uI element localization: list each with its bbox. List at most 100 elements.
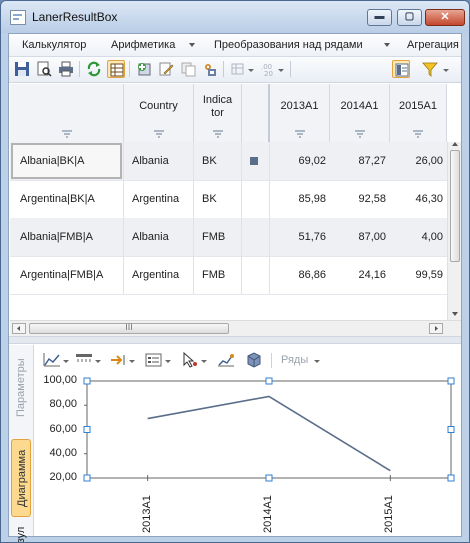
filter-icon[interactable] xyxy=(61,130,72,138)
menu-series-transforms[interactable]: Преобразования над рядами xyxy=(214,39,363,51)
add-icon[interactable] xyxy=(135,60,153,78)
cell-country[interactable]: Argentina xyxy=(124,256,194,294)
table-row[interactable]: Albania|BK|A Albania BK 69,02 87,27 26,0… xyxy=(10,142,447,181)
arrow-icon[interactable] xyxy=(109,352,127,368)
cell-2013[interactable]: 85,98 xyxy=(270,180,330,218)
cell-country[interactable]: Albania xyxy=(124,218,194,256)
axis-icon[interactable] xyxy=(75,352,93,368)
pointer-icon[interactable] xyxy=(181,352,199,368)
cell-2015[interactable]: 46,30 xyxy=(390,180,447,218)
scroll-down-icon[interactable] xyxy=(452,312,458,316)
print-preview-icon[interactable] xyxy=(35,60,53,78)
plot-frame[interactable] xyxy=(86,380,452,479)
scroll-left-button[interactable] xyxy=(12,323,26,334)
trend-icon[interactable] xyxy=(217,352,235,368)
cell-2014[interactable]: 24,16 xyxy=(330,256,390,294)
cell-indicator[interactable]: FMB xyxy=(194,256,242,294)
horizontal-scrollbar[interactable]: III xyxy=(10,320,461,336)
column-header-name[interactable] xyxy=(10,84,124,142)
resize-handle[interactable] xyxy=(83,426,91,433)
chevron-down-icon[interactable] xyxy=(443,69,449,72)
series-line[interactable] xyxy=(147,395,391,472)
filter-icon[interactable] xyxy=(212,130,223,138)
cell-2013[interactable]: 51,76 xyxy=(270,218,330,256)
chevron-down-icon[interactable] xyxy=(201,360,207,363)
menu-calculator[interactable]: Калькулятор xyxy=(22,39,86,51)
chevron-down-icon[interactable] xyxy=(165,360,171,363)
legend-icon[interactable] xyxy=(145,352,163,368)
save-icon[interactable] xyxy=(13,60,31,78)
chevron-down-icon[interactable] xyxy=(95,360,101,363)
close-button[interactable]: ✕ xyxy=(425,9,465,26)
resize-handle[interactable] xyxy=(447,377,455,385)
column-header-2013[interactable]: 2013A1 xyxy=(270,84,330,142)
filter-icon[interactable] xyxy=(421,60,439,78)
menu-arithmetic[interactable]: Арифметика xyxy=(111,39,175,51)
resize-handle[interactable] xyxy=(265,377,273,385)
settings-icon[interactable] xyxy=(201,60,219,78)
chevron-down-icon[interactable] xyxy=(129,360,135,363)
cell-2013[interactable]: 69,02 xyxy=(270,142,330,180)
cell-marker[interactable] xyxy=(242,256,270,294)
scroll-right-button[interactable] xyxy=(429,323,443,334)
cell-country[interactable]: Argentina xyxy=(124,180,194,218)
column-header-2015[interactable]: 2015A1 xyxy=(390,84,447,142)
chevron-down-icon[interactable] xyxy=(278,69,284,72)
filter-icon[interactable] xyxy=(153,130,164,138)
edit-icon[interactable] xyxy=(157,60,175,78)
cell-2013[interactable]: 86,86 xyxy=(270,256,330,294)
minimize-button[interactable]: ▬ xyxy=(367,9,392,26)
scroll-thumb[interactable] xyxy=(450,150,460,262)
resize-handle[interactable] xyxy=(447,474,455,482)
number-format-icon[interactable]: .00 20 xyxy=(259,60,277,78)
maximize-button[interactable]: ▢ xyxy=(397,9,422,26)
table-row[interactable]: Argentina|FMB|A Argentina FMB 86,86 24,1… xyxy=(10,256,447,295)
cell-name[interactable]: Argentina|BK|A xyxy=(10,180,124,218)
chevron-down-icon[interactable] xyxy=(248,69,254,72)
cell-country[interactable]: Albania xyxy=(124,142,194,180)
resize-handle[interactable] xyxy=(83,474,91,482)
panel-splitter[interactable] xyxy=(9,336,461,344)
filter-icon[interactable] xyxy=(413,130,423,138)
tab-chart[interactable]: Диаграмма xyxy=(11,439,31,517)
resize-handle[interactable] xyxy=(265,474,273,482)
vertical-scrollbar[interactable] xyxy=(447,142,461,320)
tab-parameters[interactable]: Параметры xyxy=(11,345,31,430)
column-header-country[interactable]: Country xyxy=(124,84,194,142)
column-header-indicator[interactable]: Indica tor xyxy=(194,84,242,142)
chevron-down-icon[interactable] xyxy=(63,360,69,363)
line-chart-icon[interactable] xyxy=(43,352,61,368)
cell-2015[interactable]: 4,00 xyxy=(390,218,447,256)
table-row[interactable]: Albania|FMB|A Albania FMB 51,76 87,00 4,… xyxy=(10,218,447,257)
cell-name[interactable]: Albania|FMB|A xyxy=(10,218,124,256)
cell-marker[interactable] xyxy=(242,180,270,218)
table-view-icon[interactable] xyxy=(107,60,125,78)
cell-2015[interactable]: 26,00 xyxy=(390,142,447,180)
cell-marker[interactable] xyxy=(242,218,270,256)
column-header-marker[interactable] xyxy=(242,84,270,142)
print-icon[interactable] xyxy=(57,60,75,78)
scroll-up-icon[interactable] xyxy=(452,142,458,146)
cell-2014[interactable]: 87,27 xyxy=(330,142,390,180)
cell-2014[interactable]: 87,00 xyxy=(330,218,390,256)
refresh-icon[interactable] xyxy=(85,60,103,78)
chart-type-icon[interactable] xyxy=(229,60,247,78)
tab-result[interactable]: Резул xyxy=(11,521,31,542)
filter-icon[interactable] xyxy=(294,130,305,138)
3d-icon[interactable] xyxy=(245,352,263,368)
copy-icon[interactable] xyxy=(179,60,197,78)
column-header-2014[interactable]: 2014A1 xyxy=(330,84,390,142)
cell-indicator[interactable]: FMB xyxy=(194,218,242,256)
chevron-down-icon[interactable] xyxy=(314,360,320,363)
cell-name[interactable]: Argentina|FMB|A xyxy=(10,256,124,294)
filter-icon[interactable] xyxy=(354,130,365,138)
scroll-thumb[interactable]: III xyxy=(29,322,229,334)
series-dropdown[interactable]: Ряды xyxy=(281,354,308,366)
cell-2015[interactable]: 99,59 xyxy=(390,256,447,294)
resize-handle[interactable] xyxy=(447,426,455,433)
cell-name[interactable]: Albania|BK|A xyxy=(10,142,124,180)
cell-indicator[interactable]: BK xyxy=(194,180,242,218)
table-row[interactable]: Argentina|BK|A Argentina BK 85,98 92,58 … xyxy=(10,180,447,219)
grid-icon[interactable] xyxy=(392,60,410,78)
cell-2014[interactable]: 92,58 xyxy=(330,180,390,218)
